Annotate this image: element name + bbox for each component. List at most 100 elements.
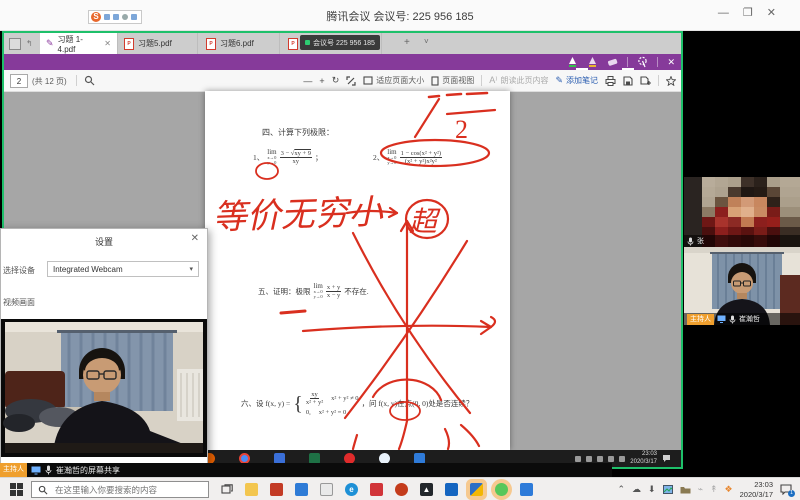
page-view-icon xyxy=(431,76,439,86)
page-total-label: (共 12 页) xyxy=(32,76,67,87)
meeting-status-pill[interactable]: 会议号 225 956 185 xyxy=(300,35,380,50)
document-icon[interactable] xyxy=(320,483,333,496)
tab-exercise-5[interactable]: P 习题5.pdf xyxy=(118,33,198,54)
print-icon[interactable] xyxy=(605,76,616,86)
outlook-icon[interactable] xyxy=(445,483,458,496)
tray-icon[interactable] xyxy=(586,456,592,462)
back-icon[interactable]: ↰ xyxy=(26,39,33,48)
upload-icon[interactable]: ↟ xyxy=(710,484,718,495)
zoom-out-icon[interactable]: — xyxy=(303,76,312,86)
participant-name: 张 xyxy=(697,236,704,246)
snip-tool-icon[interactable] xyxy=(122,14,128,20)
eraser-icon[interactable] xyxy=(607,57,618,68)
settings-dialog: 设置 ✕ 选择设备 Integrated Webcam ▾ 视频画面 xyxy=(0,228,208,464)
image-tray-icon[interactable] xyxy=(663,485,673,494)
store-icon[interactable] xyxy=(270,483,283,496)
mic-icon xyxy=(45,465,52,475)
rotate-icon[interactable]: ↻ xyxy=(332,75,340,86)
photos-dark-icon[interactable]: ▲ xyxy=(420,483,433,496)
zoom-in-icon[interactable]: + xyxy=(319,76,324,86)
add-notes-button[interactable]: ✎ 添加笔记 xyxy=(555,75,598,86)
tray-icon[interactable] xyxy=(608,456,614,462)
restore-button[interactable]: ❐ xyxy=(743,7,767,19)
video-panel: 张 主持人 xyxy=(684,31,800,477)
fit-page-button[interactable]: 适应页面大小 xyxy=(363,75,424,86)
mail-icon[interactable] xyxy=(295,483,308,496)
minimize-button[interactable]: — xyxy=(718,7,743,19)
photos-blue-icon[interactable] xyxy=(520,483,533,496)
security-shield-icon[interactable] xyxy=(470,483,483,496)
page-view-button[interactable]: 页面视图 xyxy=(431,75,474,86)
floating-snip-toolbar[interactable]: S xyxy=(88,10,142,24)
usb-icon[interactable]: ⬇ xyxy=(648,484,656,495)
red-app-icon[interactable] xyxy=(395,483,408,496)
participant-video-2[interactable]: 主持人 崔瀚哲 xyxy=(684,247,800,325)
close-button[interactable]: ✕ xyxy=(767,7,790,19)
tab-exercise-1-4[interactable]: ✎ 习题 1-4.pdf ✕ xyxy=(40,33,118,54)
pdf-page[interactable]: 四、计算下列极限： 1、 limx→0y→0 3 − √xy + 9xy ； 2… xyxy=(205,91,510,450)
close-annotation-icon[interactable]: ✕ xyxy=(667,57,675,68)
meeting-pill-text: 会议号 225 956 185 xyxy=(313,38,375,48)
camera-preview-feed xyxy=(1,319,207,457)
notification-center-icon[interactable]: 1 xyxy=(780,484,792,495)
local-taskbar: e ▲ ⌃ ☁ ⬇ ⌁ ↟ ❖ 23:03 2020/3/17 1 xyxy=(0,477,800,500)
settings-close-icon[interactable]: ✕ xyxy=(191,233,199,244)
snip-tool-icon[interactable] xyxy=(113,14,119,20)
divider xyxy=(657,57,658,67)
wechat-icon[interactable] xyxy=(495,483,508,496)
file-explorer-icon[interactable] xyxy=(245,483,258,496)
meeting-window: ↰ ✎ 习题 1-4.pdf ✕ P 习题5.pdf P 习题6.pdf P 会… xyxy=(0,0,800,500)
camera-device-dropdown[interactable]: Integrated Webcam ▾ xyxy=(47,261,199,277)
notification-icon[interactable] xyxy=(662,454,671,463)
pdf-toolbar: (共 12 页) — + ↻ 适应页面大小 页面视图 A⁾ xyxy=(4,70,681,92)
pin-icon[interactable] xyxy=(666,76,676,86)
taskbar-search-box[interactable] xyxy=(31,481,209,498)
red-ink-annotations: 2 等价无穷小 超 xyxy=(205,91,510,450)
divider xyxy=(627,57,628,67)
shared-clock[interactable]: 23:03 2020/3/17 xyxy=(630,451,657,465)
tab-exercise-6[interactable]: P 习题6.pdf xyxy=(200,33,280,54)
folder-tray-icon[interactable] xyxy=(680,486,691,494)
pdf-file-icon: P xyxy=(206,38,216,50)
task-view-icon[interactable] xyxy=(221,484,233,496)
tab-dropdown-icon[interactable]: ˅ xyxy=(424,37,429,46)
snip-tool-icon[interactable] xyxy=(104,14,110,20)
clock[interactable]: 23:03 2020/3/17 xyxy=(740,480,773,499)
search-icon xyxy=(38,485,48,495)
network-icon[interactable]: ⌁ xyxy=(698,484,703,495)
pdf-file-icon: P xyxy=(124,38,134,50)
chevron-up-icon[interactable]: ⌃ xyxy=(617,484,625,495)
lasso-icon[interactable] xyxy=(637,56,648,68)
edge-icon[interactable]: e xyxy=(345,483,358,496)
read-aloud-button[interactable]: A⁾ 朗读此页内容 xyxy=(489,75,548,86)
tab-label: 习题5.pdf xyxy=(138,38,172,49)
onedrive-cloud-icon[interactable]: ☁ xyxy=(632,484,641,495)
participant-video-1[interactable]: 张 xyxy=(684,177,800,247)
save-as-icon[interactable] xyxy=(640,76,651,86)
search-input[interactable] xyxy=(53,484,197,496)
tray-icon[interactable] xyxy=(597,456,603,462)
office-red-icon[interactable] xyxy=(370,483,383,496)
start-button-icon[interactable] xyxy=(10,483,23,496)
snip-tool-icon[interactable] xyxy=(131,14,137,20)
ink-handwriting-end: 超 xyxy=(409,206,441,237)
tab-close-icon[interactable]: ✕ xyxy=(104,39,111,48)
preview-label: 视频画面 xyxy=(3,297,35,308)
expand-icon[interactable] xyxy=(346,76,356,86)
page-number-input[interactable] xyxy=(10,74,28,88)
pen-yellow-icon[interactable] xyxy=(587,56,598,68)
warning-icon[interactable]: ❖ xyxy=(725,484,733,495)
tray-icon[interactable] xyxy=(575,456,581,462)
add-notes-pen-icon: ✎ xyxy=(555,75,563,86)
ink-handwriting-text: 等价无穷小 xyxy=(212,193,384,237)
tab-list-icon[interactable] xyxy=(9,38,21,50)
save-icon[interactable] xyxy=(623,76,633,86)
settings-title: 设置 xyxy=(1,235,207,248)
participant-name: 崔瀚哲 xyxy=(739,314,760,324)
pdf-file-icon: P xyxy=(288,38,298,50)
mic-icon xyxy=(729,315,736,324)
tray-icon[interactable] xyxy=(619,456,625,462)
pen-green-icon[interactable] xyxy=(567,56,578,68)
new-tab-button[interactable]: + xyxy=(404,37,410,48)
search-icon[interactable] xyxy=(84,75,95,86)
